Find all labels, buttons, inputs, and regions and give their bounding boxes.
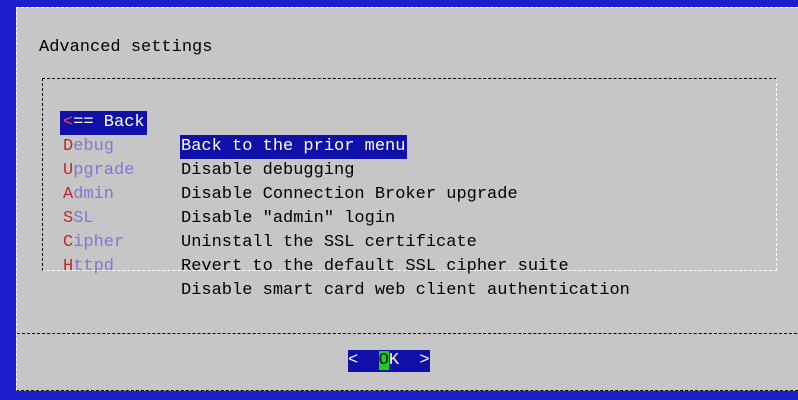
menu-item-description: Disable Connection Broker upgrade bbox=[181, 185, 518, 204]
menu-item-description: Disable "admin" login bbox=[181, 209, 396, 228]
dialog-title: Advanced settings bbox=[39, 38, 213, 57]
menu-item-tag: Httpd bbox=[63, 257, 115, 276]
menu-item-debug[interactable]: Debug Disable debugging bbox=[60, 111, 354, 180]
advanced-settings-dialog: Advanced settings <== Back Back to the p… bbox=[16, 7, 798, 391]
menu-item-description: Back to the prior menu bbox=[180, 135, 408, 159]
menu-item-description: Uninstall the SSL certificate bbox=[181, 233, 477, 252]
menu-item-description: Revert to the default SSL cipher suite bbox=[181, 257, 569, 276]
ok-hotkey: O bbox=[378, 351, 389, 370]
menu-item-admin[interactable]: Admin Disable "admin" login bbox=[60, 159, 395, 228]
ok-button[interactable]: < OK > bbox=[348, 350, 430, 372]
menu-item-ssl[interactable]: SSL Uninstall the SSL certificate bbox=[60, 183, 477, 252]
menu-item-cipher[interactable]: Cipher Revert to the default SSL cipher … bbox=[60, 207, 569, 276]
buttons-divider bbox=[17, 333, 797, 334]
menu-item-upgrade[interactable]: Upgrade Disable Connection Broker upgrad… bbox=[60, 135, 518, 204]
menu-item-back[interactable]: <== Back Back to the prior menu bbox=[60, 87, 408, 159]
menu-item-httpd[interactable]: Httpd Disable smart card web client auth… bbox=[60, 231, 630, 300]
menu-item-description: Disable smart card web client authentica… bbox=[181, 281, 630, 300]
menu-item-description: Disable debugging bbox=[181, 161, 355, 180]
